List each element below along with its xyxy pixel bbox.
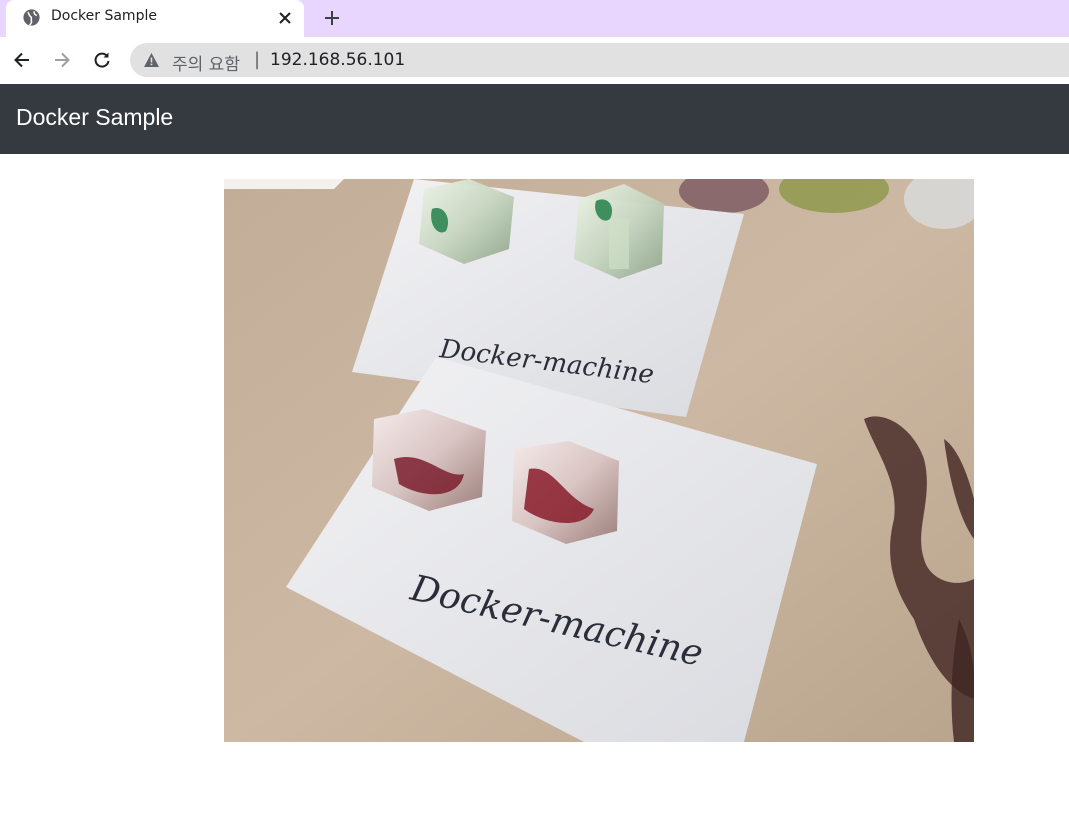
warning-triangle-icon[interactable] <box>143 52 160 68</box>
plus-icon <box>325 11 339 25</box>
page-navbar: Docker Sample <box>0 84 1069 154</box>
tab-close-button[interactable] <box>274 7 296 29</box>
back-button[interactable] <box>9 47 35 73</box>
reload-button[interactable] <box>89 47 115 73</box>
tab-title: Docker Sample <box>51 8 157 24</box>
reload-icon <box>94 52 110 68</box>
url-text[interactable]: 192.168.56.101 <box>270 50 405 70</box>
security-status-label[interactable]: 주의 요함 <box>172 50 240 75</box>
close-icon <box>279 12 291 24</box>
arrow-left-icon <box>14 52 29 68</box>
tab-docker-sample[interactable]: Docker Sample <box>6 0 304 37</box>
new-tab-button[interactable] <box>318 5 346 31</box>
forward-button[interactable] <box>49 47 75 73</box>
address-bar[interactable]: 주의 요함 | 192.168.56.101 <box>130 43 1069 77</box>
earrings-photo: Docker-machine Docker-machine <box>224 179 974 742</box>
globe-icon <box>23 9 40 26</box>
earrings-photo-image: Docker-machine Docker-machine <box>224 179 974 742</box>
arrow-right-icon <box>55 52 70 68</box>
tab-strip: Docker Sample <box>0 0 1069 37</box>
navbar-brand[interactable]: Docker Sample <box>16 104 173 131</box>
address-separator: | <box>254 49 261 70</box>
browser-toolbar: 주의 요함 | 192.168.56.101 <box>0 37 1069 84</box>
